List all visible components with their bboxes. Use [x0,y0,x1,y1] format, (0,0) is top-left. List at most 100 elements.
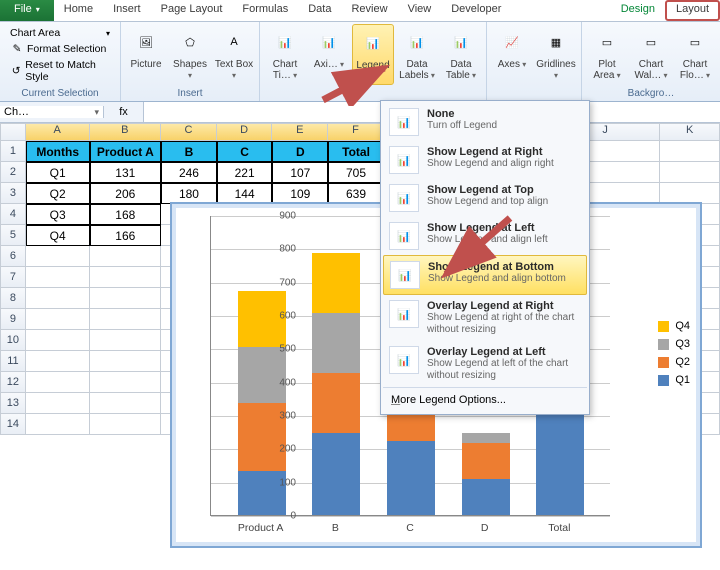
legend-option[interactable]: 📊Show Legend at RightShow Legend and ali… [383,141,587,179]
legend-option[interactable]: 📊NoneTurn off Legend [383,103,587,141]
cell[interactable] [26,246,90,267]
cell[interactable]: B [161,141,217,162]
legend-option[interactable]: 📊Show Legend at TopShow Legend and top a… [383,179,587,217]
cell[interactable] [26,393,90,414]
cell[interactable] [90,414,162,435]
cell[interactable]: 705 [328,162,384,183]
reset-style-button[interactable]: ↺ Reset to Match Style [6,58,114,84]
legend-item[interactable]: Q3 [658,338,690,350]
fx-label[interactable]: fx [104,102,144,123]
legend-option[interactable]: 📊Show Legend at LeftShow Legend and alig… [383,217,587,255]
tab-design[interactable]: Design [611,0,665,21]
chart-legend[interactable]: Q4 Q3 Q2 Q1 [658,314,690,392]
legend-option[interactable]: 📊Show Legend at BottomShow Legend and al… [383,255,587,295]
cell[interactable]: Q1 [26,162,90,183]
cell[interactable]: 131 [90,162,162,183]
name-box-dropdown-icon[interactable]: ▾ [94,107,99,118]
col-header[interactable]: E [272,123,328,141]
cell[interactable]: 246 [161,162,217,183]
legend-item[interactable]: Q1 [658,374,690,386]
tab-home[interactable]: Home [54,0,103,21]
cell[interactable]: 221 [217,162,273,183]
bar-stack[interactable] [462,433,510,515]
cell[interactable] [26,330,90,351]
cell[interactable]: Total [328,141,384,162]
cell[interactable] [26,267,90,288]
data-table-button[interactable]: 📊Data Table [440,24,482,85]
row-header[interactable]: 6 [0,246,26,267]
cell[interactable] [660,141,720,162]
cell[interactable]: Q2 [26,183,90,204]
cell[interactable] [26,372,90,393]
legend-option[interactable]: 📊Overlay Legend at RightShow Legend at r… [383,295,587,341]
col-header[interactable]: K [660,123,720,141]
axis-titles-button[interactable]: 📊Axi… [308,24,350,85]
shapes-button[interactable]: ⬠Shapes [169,24,211,83]
cell[interactable]: 168 [90,204,162,225]
cell[interactable]: Q3 [26,204,90,225]
textbox-button[interactable]: AText Box [213,24,255,83]
row-header[interactable]: 14 [0,414,26,435]
select-all-corner[interactable] [0,123,26,141]
cell[interactable] [26,309,90,330]
row-header[interactable]: 5 [0,225,26,246]
cell[interactable]: D [272,141,328,162]
tab-data[interactable]: Data [298,0,341,21]
cell[interactable]: 109 [272,183,328,204]
legend-item[interactable]: Q4 [658,320,690,332]
cell[interactable] [26,288,90,309]
tab-review[interactable]: Review [341,0,397,21]
cell[interactable]: 180 [161,183,217,204]
picture-button[interactable]: 🖼Picture [125,24,167,83]
chart-title-button[interactable]: 📊Chart Ti… [264,24,306,85]
legend-item[interactable]: Q2 [658,356,690,368]
gridlines-button[interactable]: ▦Gridlines [535,24,577,83]
legend-option[interactable]: 📊Overlay Legend at LeftShow Legend at le… [383,341,587,387]
row-header[interactable]: 13 [0,393,26,414]
col-header[interactable]: C [161,123,217,141]
cell[interactable]: Product A [90,141,162,162]
row-header[interactable]: 4 [0,204,26,225]
col-header[interactable]: A [26,123,90,141]
bar-stack[interactable] [312,253,360,515]
row-header[interactable]: 9 [0,309,26,330]
row-header[interactable]: 10 [0,330,26,351]
tab-formulas[interactable]: Formulas [232,0,298,21]
chart-floor-button[interactable]: ▭Chart Flo… [674,24,716,83]
more-legend-options[interactable]: More Legend Options... [383,387,587,412]
cell[interactable] [90,288,162,309]
axes-button[interactable]: 📈Axes [491,24,533,83]
cell[interactable]: 206 [90,183,162,204]
cell[interactable] [26,414,90,435]
cell[interactable] [90,267,162,288]
legend-button[interactable]: 📊Legend [352,24,394,85]
row-header[interactable]: 2 [0,162,26,183]
row-header[interactable]: 12 [0,372,26,393]
cell[interactable] [26,351,90,372]
row-header[interactable]: 11 [0,351,26,372]
row-header[interactable]: 3 [0,183,26,204]
name-box-input[interactable] [4,106,76,118]
cell[interactable]: Q4 [26,225,90,246]
cell[interactable] [90,330,162,351]
cell[interactable]: C [217,141,273,162]
row-header[interactable]: 1 [0,141,26,162]
cell[interactable] [90,372,162,393]
cell[interactable]: 107 [272,162,328,183]
row-header[interactable]: 7 [0,267,26,288]
col-header[interactable]: F [328,123,384,141]
cell[interactable] [90,246,162,267]
cell[interactable]: 166 [90,225,162,246]
col-header[interactable]: B [90,123,162,141]
col-header[interactable]: D [217,123,273,141]
cell[interactable] [90,309,162,330]
cell[interactable] [90,351,162,372]
format-selection-button[interactable]: ✎ Format Selection [6,41,114,57]
data-labels-button[interactable]: 📊Data Labels [396,24,438,85]
cell[interactable] [660,162,720,183]
cell[interactable]: 144 [217,183,273,204]
cell[interactable]: 639 [328,183,384,204]
row-header[interactable]: 8 [0,288,26,309]
name-box[interactable]: ▾ [0,106,104,118]
tab-file[interactable]: File [0,0,54,21]
